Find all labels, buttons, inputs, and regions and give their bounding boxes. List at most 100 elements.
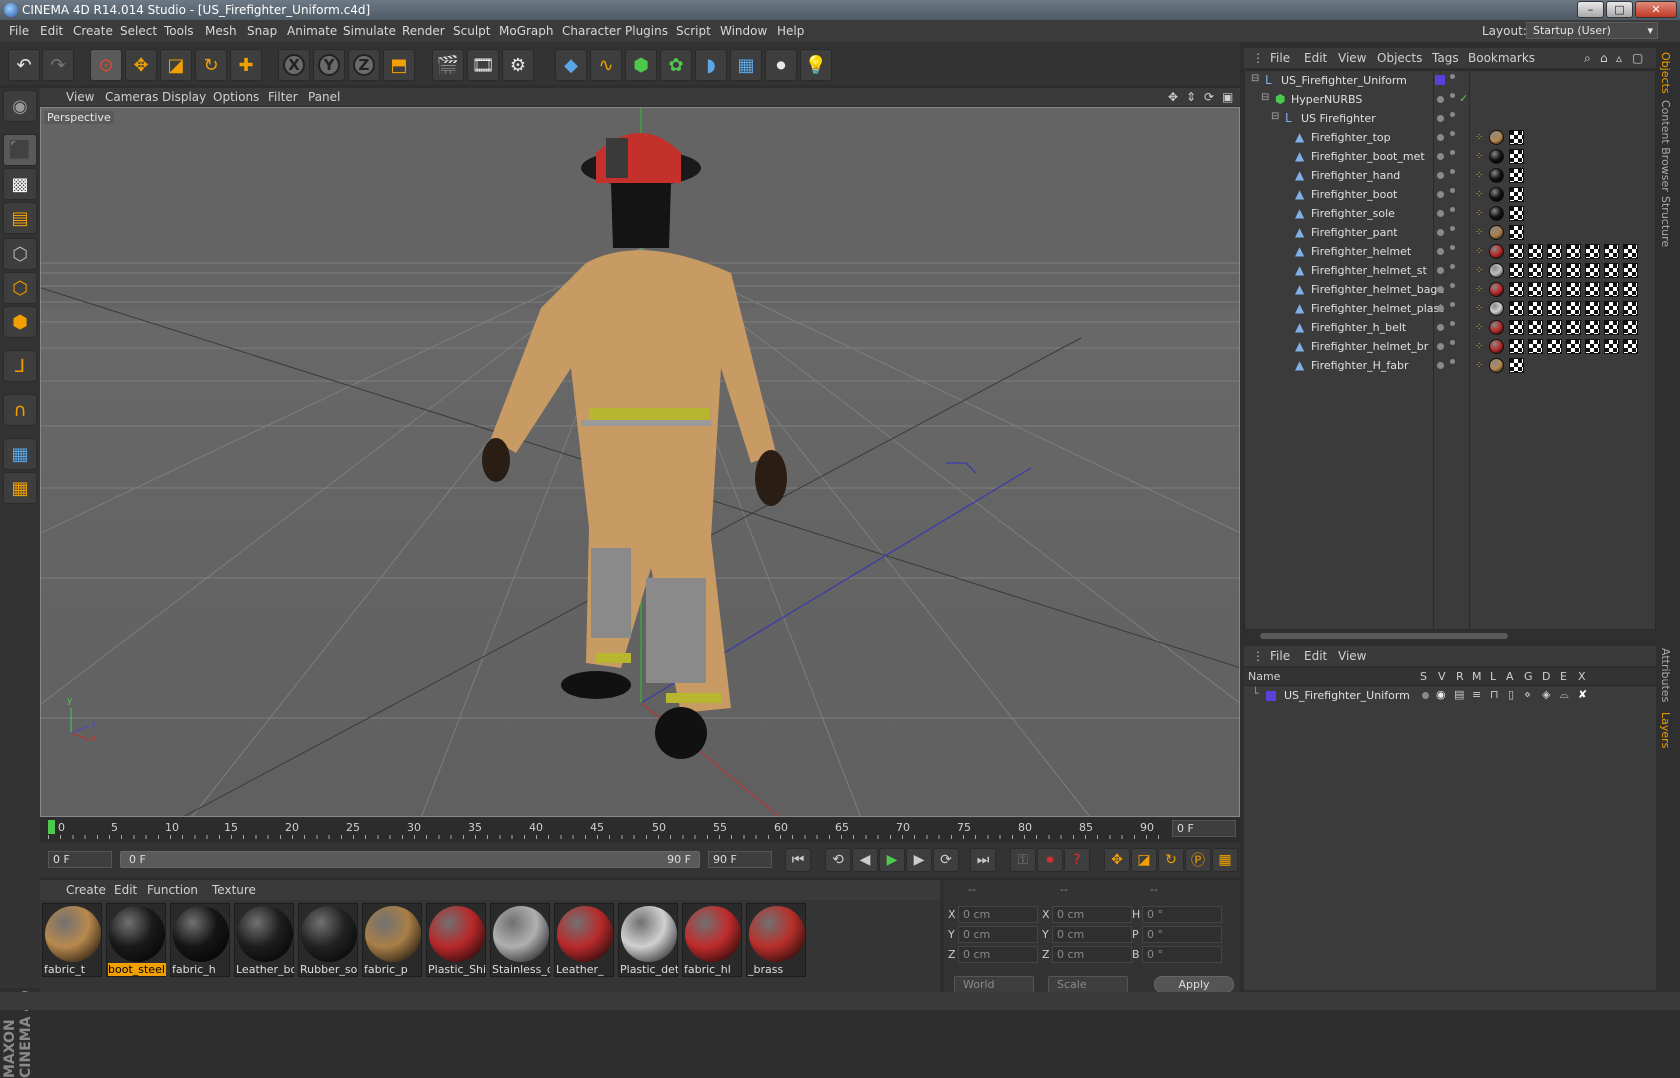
material-tag-icon[interactable] [1489, 149, 1504, 164]
3d-viewport[interactable]: Perspective y z x [40, 107, 1240, 817]
move-tool-button[interactable]: ✥ [125, 49, 157, 81]
editor-visibility-dot[interactable] [1437, 362, 1444, 369]
add-array-button[interactable]: ✿ [660, 49, 692, 81]
go-to-start-button[interactable]: ⏮ [785, 848, 811, 872]
material-swatch[interactable]: Stainless_d [490, 903, 550, 977]
layer-menu-edit[interactable]: Edit [1304, 649, 1327, 663]
workplane-lock-button[interactable]: ▦ [3, 438, 37, 470]
axis-mode-button[interactable]: ⅃ [3, 350, 37, 382]
expression-icon[interactable]: ⌓ [1560, 688, 1569, 702]
generator-icon[interactable]: ⋄ [1524, 688, 1531, 701]
render-visibility-dot[interactable] [1450, 150, 1455, 155]
texture-tag-icon[interactable] [1509, 320, 1524, 335]
material-tag-icon[interactable] [1489, 358, 1504, 373]
texture-tag-icon[interactable] [1509, 225, 1524, 240]
material-swatch[interactable]: fabric_h [170, 903, 230, 977]
render-visibility-dot[interactable] [1450, 302, 1455, 307]
object-horizontal-scrollbar[interactable] [1248, 630, 1654, 642]
material-tag-icon[interactable] [1489, 282, 1504, 297]
texture-tag-icon[interactable] [1528, 320, 1543, 335]
editor-visibility-dot[interactable] [1437, 96, 1444, 103]
coord-value-field[interactable]: 0 ° [1142, 926, 1222, 943]
viewport-menu-display[interactable]: Display [162, 90, 206, 104]
texture-tag-icon[interactable] [1509, 206, 1524, 221]
menu-animate[interactable]: Animate [287, 24, 337, 38]
lock-icon[interactable]: ⊓ [1490, 688, 1499, 701]
texture-tag-icon[interactable] [1623, 320, 1638, 335]
redo-button[interactable]: ↷ [42, 49, 74, 81]
object-row[interactable]: ▲ Firefighter_hand ⁘ [1245, 166, 1655, 186]
key-scale-button[interactable]: ◪ [1131, 848, 1157, 872]
texture-tag-icon[interactable] [1547, 301, 1562, 316]
phong-tag-icon[interactable]: ⁘ [1475, 170, 1483, 181]
tab-objects[interactable]: Objects [1659, 52, 1672, 94]
coordinate-system-button[interactable]: ⬒ [383, 49, 415, 81]
menu-tools[interactable]: Tools [164, 24, 194, 38]
tab-layers[interactable]: Layers [1659, 712, 1672, 748]
render-visibility-dot[interactable] [1450, 112, 1455, 117]
menu-help[interactable]: Help [777, 24, 804, 38]
render-picture-viewer-button[interactable]: 🎞 [467, 49, 499, 81]
make-editable-button[interactable]: ◉ [3, 90, 37, 122]
texture-tag-icon[interactable] [1509, 149, 1524, 164]
material-swatch[interactable]: Plastic_Shir [426, 903, 486, 977]
expand-icon[interactable]: ▢ [1632, 51, 1643, 65]
object-row[interactable]: ⊟ ⬢ HyperNURBS ✓ [1245, 90, 1655, 110]
layer-row[interactable]: └ US_Firefighter_Uniform ◉ ▤ ≡ ⊓ ▯ ⋄ ◈ ⌓… [1244, 686, 1654, 706]
texture-tag-icon[interactable] [1604, 301, 1619, 316]
animation-icon[interactable]: ▯ [1508, 688, 1514, 701]
texture-tag-icon[interactable] [1566, 244, 1581, 259]
add-deformer-button[interactable]: ◗ [695, 49, 727, 81]
next-key-button[interactable]: ⟳ [933, 848, 959, 872]
editor-visibility-dot[interactable] [1437, 153, 1444, 160]
object-name[interactable]: US Firefighter [1301, 112, 1376, 125]
phong-tag-icon[interactable]: ⁘ [1475, 303, 1483, 314]
texture-tag-icon[interactable] [1509, 244, 1524, 259]
render-visibility-dot[interactable] [1450, 207, 1455, 212]
texture-tag-icon[interactable] [1585, 263, 1600, 278]
render-visibility-dot[interactable] [1450, 93, 1455, 98]
material-tag-icon[interactable] [1489, 339, 1504, 354]
object-name[interactable]: Firefighter_helmet [1311, 245, 1411, 258]
collapse-toggle-icon[interactable]: ⊟ [1271, 111, 1279, 122]
viewport-menu-filter[interactable]: Filter [268, 90, 298, 104]
object-name[interactable]: Firefighter_h_belt [1311, 321, 1406, 334]
viewport-camera-label[interactable]: Perspective [44, 111, 114, 124]
layer-col-xref[interactable]: X [1578, 670, 1586, 683]
texture-tag-icon[interactable] [1585, 282, 1600, 297]
editor-visibility-dot[interactable] [1437, 248, 1444, 255]
texture-tag-icon[interactable] [1509, 358, 1524, 373]
layer-menu-file[interactable]: File [1270, 649, 1290, 663]
manager-icon[interactable]: ≡ [1472, 688, 1481, 701]
keyframe-selection-button[interactable]: ? [1064, 848, 1090, 872]
render-icon[interactable]: ▤ [1454, 688, 1464, 701]
coord-value-field[interactable]: 0 cm [958, 926, 1038, 943]
menu-character[interactable]: Character [562, 24, 621, 38]
object-row[interactable]: ▲ Firefighter_top ⁘ [1245, 128, 1655, 148]
material-tag-icon[interactable] [1489, 206, 1504, 221]
object-row[interactable]: ⊟ L US Firefighter [1245, 109, 1655, 129]
object-row[interactable]: ▲ Firefighter_helmet_st ⁘ [1245, 261, 1655, 281]
object-row[interactable]: ▲ Firefighter_sole ⁘ [1245, 204, 1655, 224]
render-visibility-dot[interactable] [1450, 359, 1455, 364]
menu-create[interactable]: Create [73, 24, 113, 38]
key-pla-button[interactable]: ▦ [1212, 848, 1238, 872]
render-visibility-dot[interactable] [1450, 245, 1455, 250]
texture-tag-icon[interactable] [1509, 187, 1524, 202]
maximize-view-icon[interactable]: ▣ [1222, 90, 1233, 104]
object-name[interactable]: US_Firefighter_Uniform [1281, 74, 1407, 87]
key-parameter-button[interactable]: Ⓟ [1185, 848, 1211, 872]
texture-tag-icon[interactable] [1566, 263, 1581, 278]
scale-tool-button[interactable]: ◪ [160, 49, 192, 81]
frame-range-slider[interactable]: 0 F 90 F [120, 851, 700, 868]
menu-window[interactable]: Window [720, 24, 767, 38]
layer-col-name[interactable]: Name [1248, 670, 1280, 683]
phong-tag-icon[interactable]: ⁘ [1475, 322, 1483, 333]
tab-content-browser[interactable]: Content Browser [1659, 100, 1672, 192]
editor-visibility-dot[interactable] [1437, 134, 1444, 141]
workplane-mode-button[interactable]: ▤ [3, 202, 37, 234]
editor-visibility-dot[interactable] [1437, 191, 1444, 198]
layer-color-swatch[interactable] [1266, 691, 1276, 701]
render-visibility-dot[interactable] [1450, 74, 1455, 79]
phong-tag-icon[interactable]: ⁘ [1475, 341, 1483, 352]
